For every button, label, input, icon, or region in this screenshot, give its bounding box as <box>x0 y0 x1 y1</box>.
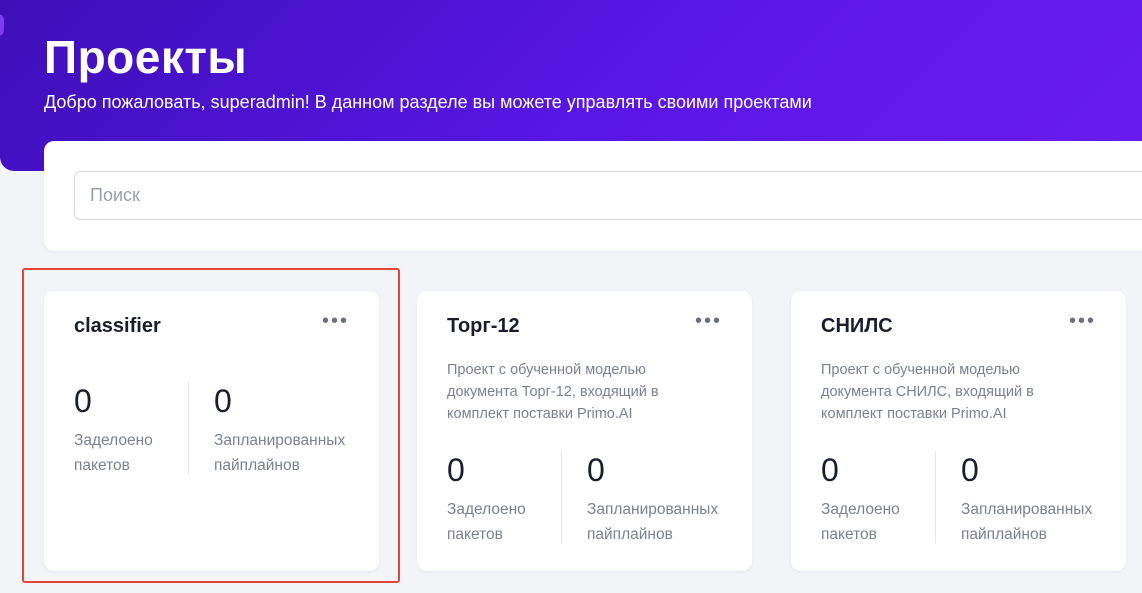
pipelines-count: 0 <box>961 452 979 488</box>
deployed-stat: 0 Заделоено пакетов <box>447 451 557 547</box>
deployed-count: 0 <box>74 383 92 419</box>
project-title[interactable]: Торг-12 <box>447 315 520 338</box>
project-title[interactable]: classifier <box>74 315 161 338</box>
sidebar-toggle-handle[interactable] <box>0 14 4 36</box>
deployed-label: Заделоено пакетов <box>447 501 526 543</box>
pipelines-label: Запланированных пайплайнов <box>214 432 346 474</box>
pipelines-stat: 0 Запланированных пайплайнов <box>961 451 1106 547</box>
deployed-label: Заделоено пакетов <box>74 432 153 474</box>
search-input[interactable] <box>74 171 1142 220</box>
project-description: Проект с обученной моделью документа СНИ… <box>821 362 1034 422</box>
search-panel <box>44 141 1142 251</box>
page-title: Проекты <box>44 31 248 83</box>
more-horizontal-icon[interactable]: ••• <box>695 311 722 331</box>
pipelines-count: 0 <box>214 383 232 419</box>
deployed-count: 0 <box>821 452 839 488</box>
project-stats: 0 Заделоено пакетов 0 Запланированных па… <box>74 382 364 474</box>
stats-divider <box>561 451 562 543</box>
project-description: Проект с обученной моделью документа Тор… <box>447 362 659 422</box>
deployed-stat: 0 Заделоено пакетов <box>74 382 184 478</box>
project-title[interactable]: СНИЛС <box>821 315 893 338</box>
deployed-count: 0 <box>447 452 465 488</box>
stats-divider <box>188 382 189 474</box>
project-card-classifier[interactable]: classifier ••• 0 Заделоено пакетов 0 Зап… <box>44 291 379 571</box>
project-card-torg12[interactable]: Торг-12 ••• Проект с обученной моделью д… <box>417 291 752 571</box>
stats-divider <box>935 451 936 543</box>
pipelines-stat: 0 Запланированных пайплайнов <box>587 451 732 547</box>
pipelines-label: Запланированных пайплайнов <box>587 501 719 543</box>
deployed-label: Заделоено пакетов <box>821 501 900 543</box>
project-stats: 0 Заделоено пакетов 0 Запланированных па… <box>821 451 1111 543</box>
more-horizontal-icon[interactable]: ••• <box>322 311 349 331</box>
project-stats: 0 Заделоено пакетов 0 Запланированных па… <box>447 451 737 543</box>
deployed-stat: 0 Заделоено пакетов <box>821 451 931 547</box>
page-subtitle: Добро пожаловать, superadmin! В данном р… <box>44 92 812 112</box>
pipelines-count: 0 <box>587 452 605 488</box>
more-horizontal-icon[interactable]: ••• <box>1069 311 1096 331</box>
project-card-snils[interactable]: СНИЛС ••• Проект с обученной моделью док… <box>791 291 1126 571</box>
pipelines-stat: 0 Запланированных пайплайнов <box>214 382 359 478</box>
pipelines-label: Запланированных пайплайнов <box>961 501 1093 543</box>
